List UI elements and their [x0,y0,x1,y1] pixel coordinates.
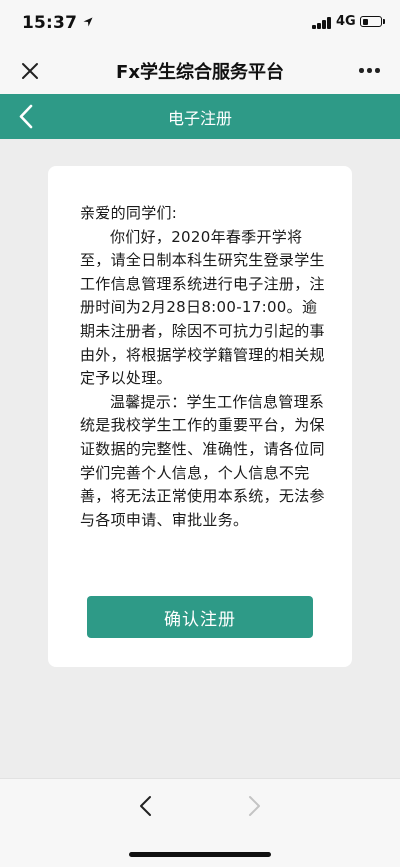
status-bar: 15:37 4G [0,0,400,46]
chevron-left-icon[interactable] [12,100,44,133]
close-icon[interactable] [20,61,40,81]
bottom-toolbar [0,778,400,867]
location-arrow-icon [83,17,93,27]
home-indicator [129,852,271,857]
signal-icon [312,17,332,29]
confirm-register-button[interactable]: 确认注册 [87,596,313,638]
notice-paragraph: 你们好，2020年春季开学将至，请全日制本科生研究生登录学生工作信息管理系统进行… [80,227,325,388]
header-title: 电子注册 [167,109,232,128]
tip-paragraph: 温馨提示：学生工作信息管理系统是我校学生工作的重要平台，为保证数据的完整性、准确… [80,392,325,529]
notice-card: 亲爱的同学们: 你们好，2020年春季开学将至，请全日制本科生研究生登录学生工作… [48,166,352,667]
battery-icon [360,16,382,27]
network-type: 4G [336,14,356,29]
notice-text: 亲爱的同学们: 你们好，2020年春季开学将至，请全日制本科生研究生登录学生工作… [80,202,328,532]
wechat-nav-bar: Fx学生综合服务平台 [0,46,400,94]
status-time: 15:37 [22,13,78,33]
chevron-right-icon[interactable] [244,795,264,817]
more-icon[interactable] [357,66,381,74]
notice-greeting: 亲爱的同学们: [80,204,178,222]
chevron-left-icon[interactable] [136,795,156,817]
app-header: 电子注册 [0,94,400,139]
page-title: Fx学生综合服务平台 [116,62,284,83]
